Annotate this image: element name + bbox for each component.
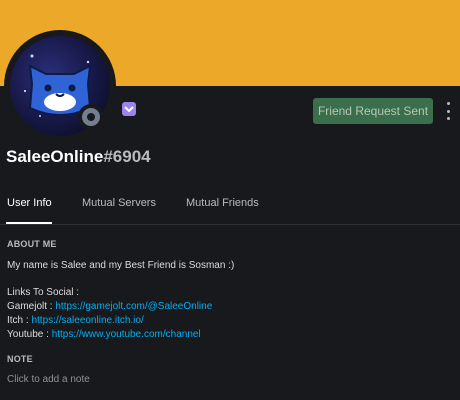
profile-tabs: User Info Mutual Servers Mutual Friends [0, 186, 460, 225]
friend-request-sent-button[interactable]: Friend Request Sent [313, 98, 433, 124]
note-input[interactable]: Click to add a note [7, 374, 90, 385]
note-heading: NOTE [7, 354, 33, 364]
itch-link[interactable]: https://saleeonline.itch.io/ [31, 315, 143, 326]
gamejolt-link[interactable]: https://gamejolt.com/@SaleeOnline [55, 301, 212, 312]
youtube-link[interactable]: https://www.youtube.com/channel [52, 329, 201, 340]
tab-user-info[interactable]: User Info [7, 197, 52, 209]
social-link-label: Youtube : [7, 329, 52, 340]
discriminator: #6904 [103, 147, 151, 166]
social-link-itch: Itch : https://saleeonline.itch.io/ [7, 315, 144, 326]
social-link-label: Itch : [7, 315, 32, 326]
tab-mutual-servers[interactable]: Mutual Servers [82, 197, 156, 209]
offline-status-hole [87, 113, 95, 121]
about-me-heading: ABOUT ME [7, 239, 57, 249]
username-text: SaleeOnline [6, 147, 104, 166]
social-link-label: Gamejolt : [7, 301, 56, 312]
links-heading: Links To Social : [7, 287, 80, 298]
social-link-youtube: Youtube : https://www.youtube.com/channe… [7, 329, 201, 340]
about-intro: My name is Salee and my Best Friend is S… [7, 260, 235, 271]
social-link-gamejolt: Gamejolt : https://gamejolt.com/@SaleeOn… [7, 301, 212, 312]
active-tab-indicator [6, 222, 52, 224]
tab-mutual-friends[interactable]: Mutual Friends [186, 197, 259, 209]
username: SaleeOnline#6904 [6, 147, 151, 167]
nitro-badge-icon[interactable] [121, 101, 137, 117]
more-vertical-icon[interactable] [441, 102, 455, 120]
